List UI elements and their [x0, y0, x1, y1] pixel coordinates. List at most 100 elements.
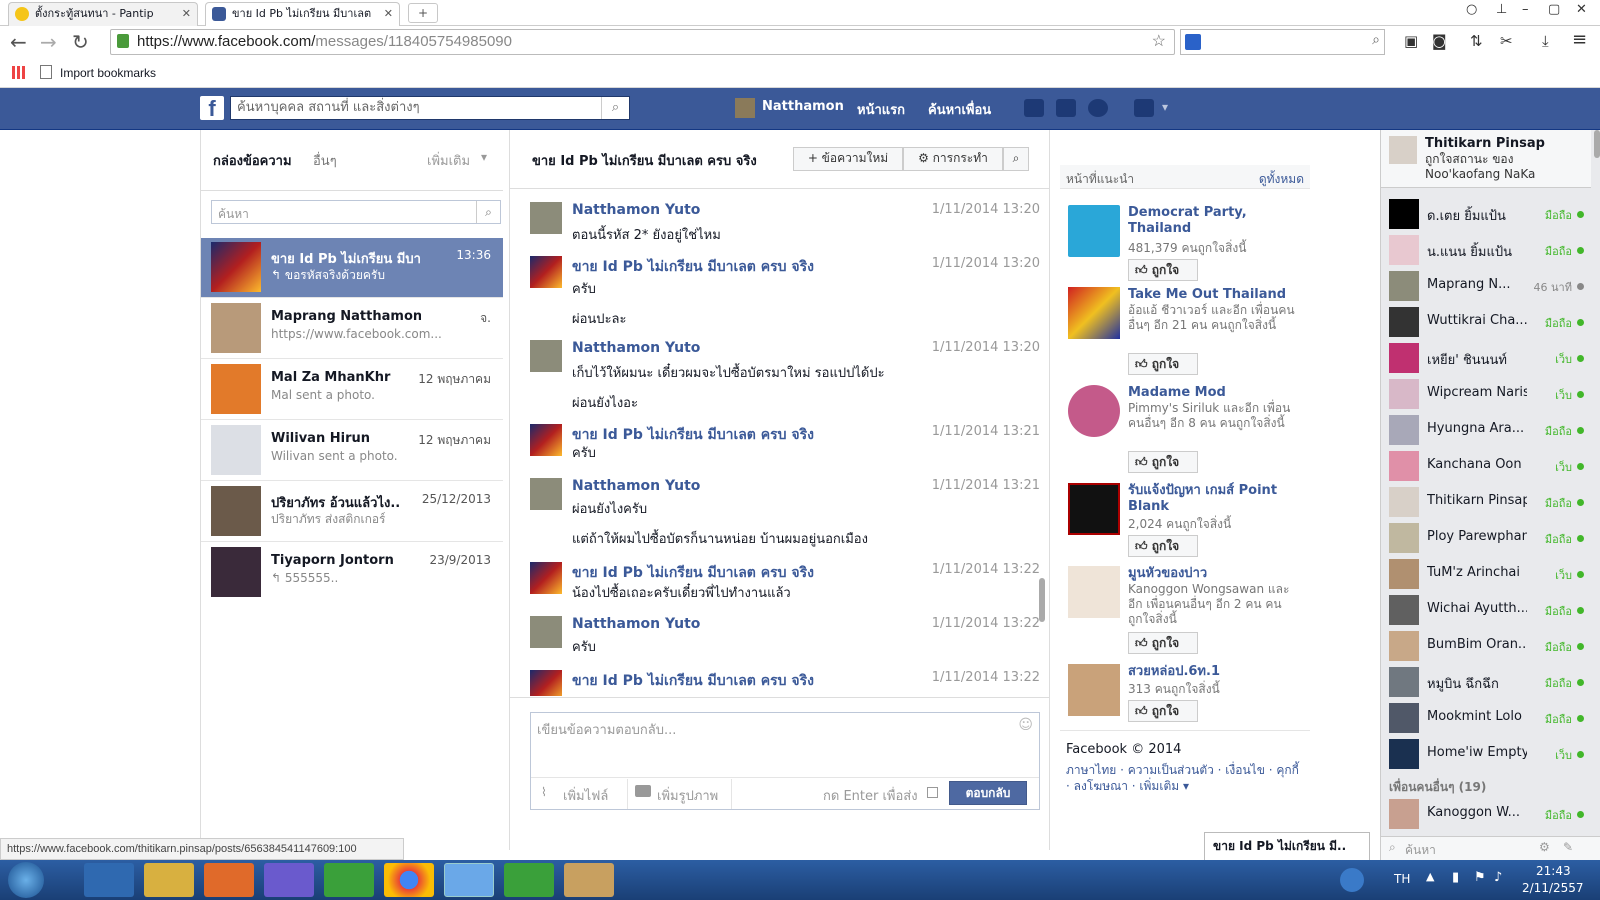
avatar[interactable]: [735, 98, 755, 118]
reply-button[interactable]: ตอบกลับ: [949, 781, 1027, 805]
avatar[interactable]: [530, 616, 562, 648]
avatar[interactable]: [530, 478, 562, 510]
page-picture[interactable]: [1068, 566, 1120, 618]
conversation-item[interactable]: Maprang Natthamon Yuto จ. https://www.fa…: [201, 299, 503, 359]
docked-chat-tab[interactable]: ขาย Id Pb ไม่เกรียน มี..: [1204, 832, 1370, 860]
page-name[interactable]: Democrat Party, Thailand: [1128, 205, 1308, 237]
chat-friend-item[interactable]: Wuttikrai Cha... มือถือ: [1381, 304, 1586, 340]
page-picture[interactable]: [1068, 664, 1120, 716]
footer-links[interactable]: ภาษาไทย · ความเป็นส่วนตัว · เงื่อนไข · ค…: [1066, 762, 1306, 794]
extension-icon[interactable]: ▣: [1404, 32, 1418, 50]
avatar[interactable]: [530, 340, 562, 372]
close-tab-icon[interactable]: ✕: [182, 3, 191, 25]
ticker-scrollbar[interactable]: [1594, 130, 1600, 158]
reload-icon[interactable]: ↻: [72, 30, 89, 54]
bookmark-star-icon[interactable]: ☆: [1152, 30, 1166, 54]
like-button[interactable]: 👍︎ ถูกใจ: [1128, 353, 1198, 375]
internet-explorer-icon[interactable]: [84, 863, 134, 897]
thread-scrollbar[interactable]: [1039, 578, 1045, 622]
search-icon[interactable]: ⌕: [1372, 32, 1380, 48]
tools-icon[interactable]: ✂: [1500, 32, 1513, 50]
page-picture[interactable]: [1068, 287, 1120, 339]
close-window-icon[interactable]: ✕: [1576, 2, 1587, 17]
chat-friend-item[interactable]: Wichai Ayutth... มือถือ: [1381, 592, 1586, 628]
tab-pantip[interactable]: ตั้งกระทู้สนทนา - Pantip ✕: [8, 2, 198, 26]
avatar[interactable]: [530, 670, 562, 696]
avatar[interactable]: [530, 202, 562, 234]
network-icon[interactable]: ▮: [1452, 870, 1459, 885]
chat-friend-item[interactable]: BumBim Oran... มือถือ: [1381, 628, 1586, 664]
compose-icon[interactable]: ✎: [1563, 840, 1573, 854]
conversation-item[interactable]: ปริยาภัทร อ้วนแล้วไง.. 25/12/2013 ปริยาภ…: [201, 482, 503, 542]
other-link[interactable]: อื่นๆ: [313, 150, 337, 171]
chat-friend-item[interactable]: Ploy Parewphan มือถือ: [1381, 520, 1586, 556]
chat-friend-item[interactable]: Maprang N... 46 นาที: [1381, 268, 1586, 304]
like-button[interactable]: 👍︎ ถูกใจ: [1128, 700, 1198, 722]
app-icon[interactable]: [264, 863, 314, 897]
forward-icon[interactable]: →: [40, 30, 57, 54]
sender-name[interactable]: ขาย Id Pb ไม่เกรียน มีบาเลต ครบ จริง: [572, 670, 814, 692]
sender-name[interactable]: Natthamon Yuto: [572, 340, 700, 356]
clock-date[interactable]: 2/11/2557: [1522, 881, 1584, 895]
apps-icon[interactable]: [12, 66, 25, 79]
gear-icon[interactable]: ⚙: [1539, 840, 1550, 854]
chat-friend-item[interactable]: Wipcream Naris... เว็บ: [1381, 376, 1586, 412]
camera-icon[interactable]: [635, 785, 651, 797]
home-link[interactable]: หน้าแรก: [857, 99, 905, 120]
pin-icon[interactable]: ⊥: [1496, 2, 1507, 17]
chat-friend-item[interactable]: Thitikarn Pinsap มือถือ: [1381, 484, 1586, 520]
add-file-button[interactable]: เพิ่มไฟล์: [563, 785, 608, 806]
start-button[interactable]: [8, 862, 44, 898]
extension-search-box[interactable]: ⌕: [1180, 29, 1385, 55]
page-picture[interactable]: [1068, 385, 1120, 437]
sender-name[interactable]: ขาย Id Pb ไม่เกรียน มีบาเลต ครบ จริง: [572, 256, 814, 278]
back-icon[interactable]: ←: [10, 30, 27, 54]
like-button[interactable]: 👍︎ ถูกใจ: [1128, 632, 1198, 654]
chat-friend-item[interactable]: ด.เตย ยิ้มแป้น มือถือ: [1381, 196, 1586, 232]
add-photo-button[interactable]: เพิ่มรูปภาพ: [657, 785, 718, 806]
chat-friend-item[interactable]: หมูบิน ฉึกฉึก มือถือ: [1381, 664, 1586, 700]
page-name[interactable]: Madame Mod: [1128, 385, 1308, 401]
feedback-icon[interactable]: ○: [1466, 2, 1477, 17]
conversation-item[interactable]: Tiyaporn Jontorn 23/9/2013 ↰ 555555..: [201, 543, 503, 603]
inbox-search-input[interactable]: ค้นหา ⌕: [211, 200, 501, 224]
like-button[interactable]: 👍︎ ถูกใจ: [1128, 451, 1198, 473]
browser-app-icon[interactable]: [444, 863, 494, 897]
chat-friend-item[interactable]: Mookmint Lolo มือถือ: [1381, 700, 1586, 736]
tray-app-icon[interactable]: [1340, 868, 1364, 892]
show-hidden-icons-icon[interactable]: ▲: [1426, 870, 1434, 883]
chat-friend-item[interactable]: เหยีย' ชินนนท์ เว็บ: [1381, 340, 1586, 376]
find-friends-link[interactable]: ค้นหาเพื่อน: [928, 99, 991, 120]
sender-name[interactable]: ขาย Id Pb ไม่เกรียน มีบาเลต ครบ จริง: [572, 424, 814, 446]
sender-name[interactable]: ขาย Id Pb ไม่เกรียน มีบาเลต ครบ จริง: [572, 562, 814, 584]
messages-icon[interactable]: [1056, 99, 1076, 117]
more-link[interactable]: เพิ่มเติม: [427, 150, 470, 171]
reply-composer[interactable]: เขียนข้อความตอบกลับ... ☺ ⌇ เพิ่มไฟล์ เพิ…: [530, 712, 1040, 810]
sender-name[interactable]: Natthamon Yuto: [572, 616, 700, 632]
page-name[interactable]: Take Me Out Thailand: [1128, 287, 1308, 303]
ticker[interactable]: Thitikarn Pinsap ถูกใจสถานะ ของ Noo'kaof…: [1381, 130, 1591, 188]
chevron-down-icon[interactable]: ▾: [481, 150, 487, 164]
capture-icon[interactable]: ◙: [1432, 32, 1447, 50]
tab-facebook[interactable]: ขาย Id Pb ไม่เกรียน มีบาเลต ✕: [205, 2, 400, 26]
minimize-icon[interactable]: –: [1522, 2, 1529, 17]
friend-requests-icon[interactable]: [1024, 99, 1044, 117]
close-tab-icon[interactable]: ✕: [384, 3, 393, 25]
hao123-icon[interactable]: [324, 863, 374, 897]
download-icon[interactable]: ⤓: [1542, 32, 1549, 50]
new-tab-button[interactable]: +: [408, 3, 438, 23]
profile-link[interactable]: Natthamon: [762, 99, 844, 114]
media-player-icon[interactable]: [204, 863, 254, 897]
search-icon[interactable]: ⌕: [601, 97, 629, 119]
page-picture[interactable]: [1068, 205, 1120, 257]
notifications-globe-icon[interactable]: [1088, 99, 1108, 117]
conversation-item[interactable]: Wilivan Hirun 12 พฤษภาคม Wilivan sent a …: [201, 421, 503, 481]
chat-search-input[interactable]: ⌕ ค้นหา ⚙ ✎: [1381, 836, 1600, 860]
maximize-icon[interactable]: ▢: [1548, 2, 1560, 17]
inbox-title[interactable]: กล่องข้อความ: [213, 150, 292, 171]
facebook-logo[interactable]: f: [200, 96, 224, 121]
actions-button[interactable]: ⚙ การกระทำ: [903, 147, 1003, 171]
page-name[interactable]: รับแจ้งปัญหา เกมส์ Point Blank: [1128, 483, 1308, 515]
avatar[interactable]: [530, 256, 562, 288]
account-menu-chevron-down-icon[interactable]: ▾: [1162, 100, 1168, 114]
